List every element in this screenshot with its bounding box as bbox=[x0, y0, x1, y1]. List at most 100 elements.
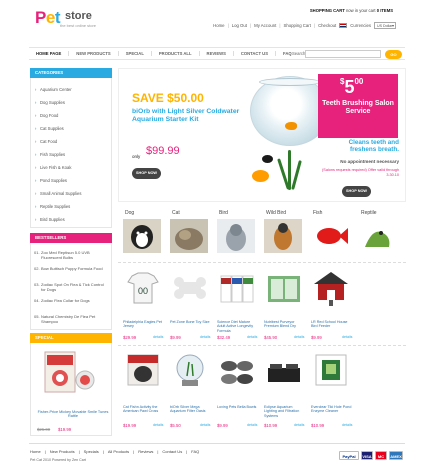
cart-summary[interactable]: SHOPPING CART now in your cart 0 ITEMS bbox=[310, 8, 393, 13]
nav-products-all[interactable]: PRODUCTS ALL bbox=[152, 51, 200, 56]
fish-category-image[interactable] bbox=[311, 219, 349, 253]
footer-link-all-products[interactable]: All Products bbox=[108, 449, 129, 454]
footer-link-reviews[interactable]: Reviews bbox=[138, 449, 153, 454]
product-name[interactable]: LR Red School House Bird Feeder bbox=[311, 320, 353, 329]
category-item[interactable]: Pond Supplies bbox=[35, 178, 67, 183]
category-item[interactable]: Cat Food bbox=[35, 139, 57, 144]
category-item[interactable]: Fish Supplies bbox=[35, 152, 65, 157]
tab-bird[interactable]: Bird bbox=[219, 210, 228, 216]
logo-letter-e: e bbox=[45, 8, 55, 27]
wild-bird-category-image[interactable] bbox=[264, 219, 302, 253]
top-link-account[interactable]: My Account bbox=[254, 23, 276, 28]
footer-link-faq[interactable]: FAQ bbox=[191, 449, 199, 454]
product-price: $45.90 bbox=[264, 335, 278, 340]
product-name[interactable]: Cat Fishn Activity the American Pawl Cro… bbox=[123, 405, 165, 414]
footer-link-specials[interactable]: Specials bbox=[84, 449, 99, 454]
special-product-image[interactable] bbox=[41, 350, 97, 395]
top-link-home[interactable]: Home bbox=[213, 23, 224, 28]
product-name[interactable]: Philadelphia Eagles Pet Jersey bbox=[123, 320, 165, 329]
search-input[interactable] bbox=[305, 50, 381, 58]
reptile-category-image[interactable] bbox=[359, 219, 397, 253]
product-name[interactable]: Everclear Tiki Hole Pond Enzyme Cleaner bbox=[311, 405, 353, 414]
cart-count: 0 ITEMS bbox=[376, 8, 393, 13]
category-item[interactable]: Reptile Supplies bbox=[35, 204, 70, 209]
top-link-cart[interactable]: Shopping Cart bbox=[283, 23, 310, 28]
tab-reptile[interactable]: Reptile bbox=[361, 210, 377, 216]
banner-shop-now-button[interactable]: SHOP NOW bbox=[132, 168, 161, 179]
product-name[interactable]: Loving Pets Bella Bowls bbox=[217, 405, 259, 409]
footer-link-home[interactable]: Home bbox=[30, 449, 41, 454]
product-name[interactable]: Nutribest Purveyor Premium Blend Dry bbox=[264, 320, 306, 329]
nav-home[interactable]: HOME PAGE bbox=[29, 51, 70, 56]
bird-category-image[interactable] bbox=[217, 219, 255, 253]
fishbowl-rim bbox=[259, 78, 321, 86]
product-details-link[interactable]: details bbox=[200, 335, 210, 339]
black-fish-icon bbox=[262, 155, 273, 163]
dog-category-image[interactable] bbox=[123, 219, 161, 253]
bestseller-text[interactable]: Zodiac Flea Collar for Dogs bbox=[41, 298, 109, 303]
product-image[interactable] bbox=[218, 270, 256, 306]
category-item[interactable]: Cat Supplies bbox=[35, 126, 64, 131]
bestseller-text[interactable]: Natural Chemistry De Flea Pet Shampoo bbox=[41, 314, 109, 324]
product-name[interactable]: Pet Zone Bone Toy Size bbox=[170, 320, 212, 324]
bestseller-text[interactable]: Zodiac Spot On Flea & Tick Control for D… bbox=[41, 282, 109, 292]
product-image[interactable] bbox=[312, 270, 350, 306]
product-name[interactable]: biOrb Silver Mega Aquarium Filter Oasis bbox=[170, 405, 212, 414]
visa-icon: VISA bbox=[361, 451, 373, 460]
product-details-link[interactable]: details bbox=[342, 423, 352, 427]
product-image[interactable]: 00 bbox=[124, 270, 162, 306]
special-product-name[interactable]: Fisher-Price Mickey Movable Smile Tunes … bbox=[37, 410, 109, 419]
product-details-link[interactable]: details bbox=[200, 423, 210, 427]
product-image[interactable] bbox=[265, 270, 303, 306]
product-image[interactable] bbox=[171, 352, 209, 388]
tab-fish[interactable]: Fish bbox=[313, 210, 322, 216]
salon-shop-now-button[interactable]: SHOP NOW bbox=[342, 186, 371, 197]
search-go-button[interactable]: GO bbox=[385, 49, 402, 59]
bestseller-num: 05. bbox=[34, 314, 40, 319]
categories-header: CATEGORIES bbox=[30, 68, 112, 78]
bestseller-text[interactable]: Zoo Med Reptisun 5.0 UVB Fluorescent Bul… bbox=[41, 250, 109, 260]
tab-dog[interactable]: Dog bbox=[125, 210, 134, 216]
product-details-link[interactable]: details bbox=[342, 335, 352, 339]
currency-select[interactable]: US Dollar bbox=[374, 22, 396, 29]
product-details-link[interactable]: details bbox=[153, 335, 163, 339]
product-details-link[interactable]: details bbox=[294, 335, 304, 339]
logo[interactable]: Pet bbox=[35, 8, 61, 28]
divider bbox=[118, 262, 406, 263]
salon-price-cents: 00 bbox=[354, 77, 364, 86]
footer-link-new-products[interactable]: New Products bbox=[50, 449, 75, 454]
product-details-link[interactable]: details bbox=[153, 423, 163, 427]
category-item[interactable]: Bird Supplies bbox=[35, 217, 65, 222]
tab-wild-bird[interactable]: Wild Bird bbox=[266, 210, 286, 216]
nav-new-products[interactable]: NEW PRODUCTS bbox=[69, 51, 119, 56]
product-image[interactable] bbox=[124, 352, 162, 388]
product-image[interactable] bbox=[265, 352, 303, 388]
product-name[interactable]: Science Diet Mature Adult Active Longevi… bbox=[217, 320, 259, 333]
product-image[interactable] bbox=[171, 270, 209, 306]
category-item[interactable]: Dog Supplies bbox=[35, 100, 65, 105]
product-image[interactable] bbox=[312, 352, 350, 388]
top-link-logout[interactable]: Log Out bbox=[232, 23, 247, 28]
product-name[interactable]: Eclipse Aquarium Lighting and Filtration… bbox=[264, 405, 306, 418]
special-header: SPECIAL bbox=[30, 333, 112, 343]
uk-flag-icon[interactable] bbox=[339, 23, 348, 28]
cat-category-image[interactable] bbox=[170, 219, 208, 253]
nav-special[interactable]: SPECIAL bbox=[119, 51, 152, 56]
footer-link-contact[interactable]: Contact Us bbox=[162, 449, 182, 454]
category-item[interactable]: Small Animal Supplies bbox=[35, 191, 81, 196]
salon-price: $500 bbox=[340, 77, 363, 98]
product-details-link[interactable]: details bbox=[294, 423, 304, 427]
bestseller-text[interactable]: Bow Buttisch Puppy Formula Food bbox=[41, 266, 109, 271]
tab-cat[interactable]: Cat bbox=[172, 210, 180, 216]
category-item[interactable]: Live Fish & Koak bbox=[35, 165, 71, 170]
nav-contact[interactable]: CONTACT US bbox=[234, 51, 276, 56]
category-item[interactable]: Dog Food bbox=[35, 113, 58, 118]
top-link-checkout[interactable]: Checkout bbox=[318, 23, 336, 28]
nav-reviews[interactable]: REVIEWS bbox=[200, 51, 234, 56]
product-price: $32.49 bbox=[217, 335, 231, 340]
product-details-link[interactable]: details bbox=[247, 335, 257, 339]
product-details-link[interactable]: details bbox=[247, 423, 257, 427]
category-item[interactable]: Aquarium Center bbox=[35, 87, 72, 92]
product-image[interactable] bbox=[218, 352, 256, 388]
banner-save-text: SAVE $50.00 bbox=[132, 91, 204, 105]
